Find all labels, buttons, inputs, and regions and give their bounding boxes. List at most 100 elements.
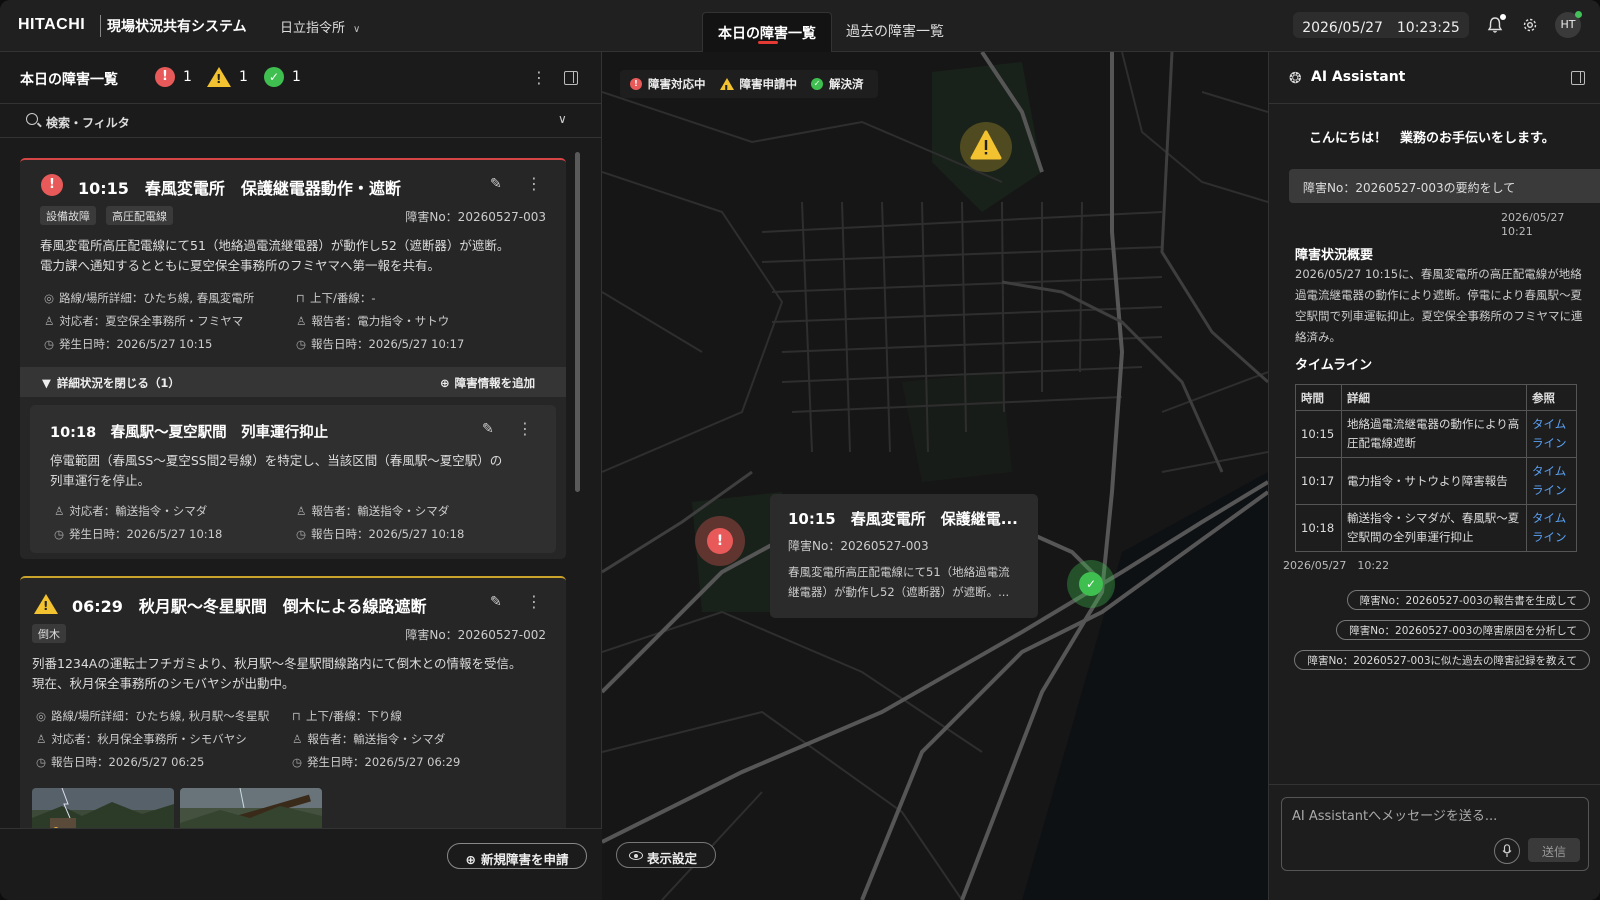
reporter-detail: ♙ 報告者：電力指令・サトウ [296,313,449,329]
more-options-icon[interactable]: ⋮ [531,68,547,87]
sub-handler-value: 対応者：輸送指令・シマダ [69,504,208,518]
resolved-incident-marker[interactable]: ✓ [1067,560,1115,608]
gear-icon[interactable] [1518,13,1542,37]
location-value: 路線/場所詳細：ひたち線, 春風変電所 [59,291,255,305]
edit-icon[interactable]: ✎ [490,594,502,610]
office-selector[interactable]: 日立指令所 ∨ [280,17,360,36]
incident-card-002[interactable]: 06:29 秋月駅〜冬星駅間 倒木による線路遮断 ✎ ⋮ 倒木 障害No：202… [20,576,566,828]
person-icon: ♙ [44,314,55,328]
incident-list: ! 10:15 春風変電所 保護継電器動作・遮断 ✎ ⋮ 設備故障 高圧配電線 … [0,138,602,828]
filter-label: 検索・フィルタ [46,116,130,130]
timeline-row: 10:17 電力指令・サトウより障害報告 タイムライン [1295,457,1577,505]
reported-detail: ◷ 報告日時：2026/5/27 06:25 [36,754,204,770]
reported-value: 報告日時：2026/5/27 10:17 [311,337,465,351]
tab-today-incidents[interactable]: 本日の障害一覧 [702,12,832,52]
app-window: HITACHI 現場状況共有システム 日立指令所 ∨ 本日の障害一覧 過去の障害一… [0,0,1600,900]
resolved-count: ✓ 1 [264,67,301,87]
avatar-initials: HT [1560,18,1576,31]
current-datetime: 2026/05/27 10:23:25 [1293,12,1469,38]
clock-icon: ◷ [296,337,307,351]
ai-reply-timestamp: 2026/05/27 10:22 [1283,559,1390,572]
timeline-detail: 電力指令・サトウより障害報告 [1341,457,1527,505]
list-scrollbar[interactable] [575,152,580,492]
display-settings-button[interactable]: 表示設定 [616,842,716,868]
more-options-icon[interactable]: ⋮ [526,174,542,193]
sub-occurred-value: 発生日時：2026/5/27 10:18 [69,527,223,541]
suggestion-analyze-cause[interactable]: 障害No：20260527-003の障害原因を分析して [1336,620,1590,640]
warning-count-value: 1 [239,69,248,85]
more-options-icon[interactable]: ⋮ [517,419,533,438]
incident-description-line2: 電力課へ通知するとともに夏空保全事務所のフミヤマへ第一報を共有。 [40,258,441,273]
warning-icon [207,67,231,87]
bell-icon[interactable] [1483,13,1507,37]
sub-description-line2: 列車運行を停止。 [50,473,151,488]
tab-today-label: 本日の障害一覧 [718,26,816,42]
pending-incident-marker[interactable] [960,122,1012,172]
more-options-icon[interactable]: ⋮ [526,592,542,611]
incident-card-003[interactable]: ! 10:15 春風変電所 保護継電器動作・遮断 ✎ ⋮ 設備故障 高圧配電線 … [20,158,566,559]
ai-message-input[interactable] [1292,806,1572,826]
warning-count: 1 [207,67,248,87]
clock-icon: ◷ [292,755,303,769]
check-icon: ✓ [1079,572,1103,596]
edit-icon[interactable]: ✎ [482,421,494,437]
legend-pending-label: 障害申請中 [739,77,798,91]
add-incident-info-button[interactable]: ⊕ 障害情報を追加 [440,375,535,391]
direction-detail: ⊓ 上下/番線：下り線 [292,708,402,724]
active-incident-marker[interactable]: ! [695,516,745,566]
eye-icon [629,851,643,860]
clock-icon: ◷ [54,527,65,541]
direction-detail: ⊓ 上下/番線：- [296,290,376,306]
send-button[interactable]: 送信 [1528,838,1580,862]
timeline-ref-link[interactable]: タイムライン [1526,457,1577,505]
panel-toggle-icon[interactable] [564,71,578,85]
hitachi-logo: HITACHI [18,16,86,33]
direction-value: 上下/番線：- [309,291,376,305]
col-detail: 詳細 [1341,384,1527,411]
ai-assistant-header: ❂ AI Assistant [1269,52,1600,104]
legend-resolved-label: 解決済 [829,77,864,91]
incident-photo-1[interactable] [32,788,174,828]
error-count: ! 1 [155,67,192,87]
tab-past-incidents[interactable]: 過去の障害一覧 [846,21,944,41]
popup-desc-line2: 継電器）が動作し52（遮断器）が遮断。... [788,585,1010,599]
new-incident-button[interactable]: ⊕ 新規障害を申請 [447,843,587,869]
occurred-value: 発生日時：2026/5/27 10:15 [59,337,213,351]
error-icon: ! [155,67,175,87]
sub-incident-card[interactable]: 10:18 春風駅〜夏空駅間 列車運行抑止 ✎ ⋮ 停電範囲（春風SS〜夏空SS… [30,405,556,553]
microphone-icon[interactable] [1494,838,1520,864]
suggestion-similar-records[interactable]: 障害No：20260527-003に似た過去の障害記録を教えて [1294,650,1590,670]
sub-reported-value: 報告日時：2026/5/27 10:18 [311,527,465,541]
map-roads [602,52,1268,900]
panel-toggle-icon[interactable] [1571,71,1585,85]
timeline-ref-link[interactable]: タイムライン [1526,504,1577,552]
incident-map-popup[interactable]: 10:15 春風変電所 保護継電... 障害No：20260527-003 春風… [770,494,1038,618]
location-pin-icon: ◎ [36,709,47,723]
occurred-detail: ◷ 発生日時：2026/5/27 10:15 [44,336,212,352]
tag-high-voltage-line: 高圧配電線 [106,206,173,225]
timeline-row: 10:15 地絡過電流継電器の動作により高圧配電線遮断 タイムライン [1295,410,1577,458]
new-incident-label: 新規障害を申請 [480,852,569,867]
timeline-ref-link[interactable]: タイムライン [1526,410,1577,458]
error-icon: ! [707,528,733,554]
timeline-time: 10:15 [1295,410,1342,458]
clock-icon: ◷ [44,337,55,351]
incident-description-line1: 列番1234Aの運転士フチガミより、秋月駅〜冬星駅間線路内にて倒木との情報を受信… [32,656,522,671]
incident-photo-2[interactable] [180,788,322,828]
suggestion-generate-report[interactable]: 障害No：20260527-003の報告書を生成して [1346,590,1590,610]
search-filter-bar[interactable]: 検索・フィルタ ∨ [0,104,602,138]
triangle-down-icon: ▼ [42,376,51,390]
top-header: HITACHI 現場状況共有システム 日立指令所 ∨ 本日の障害一覧 過去の障害一… [0,0,1600,52]
occurred-detail: ◷ 発生日時：2026/5/27 06:29 [292,754,460,770]
incident-map[interactable]: ! 障害対応中 障害申請中 ✓ 解決済 ! ✓ 10:15 春風変電所 保護継電..… [602,52,1268,900]
chevron-down-icon: ∨ [558,112,567,126]
detail-collapse-toggle[interactable]: ▼ 詳細状況を閉じる（1） [42,375,180,391]
user-avatar[interactable]: HT [1555,11,1582,38]
timeline-row: 10:18 輸送指令・シマダが、春風駅〜夏空駅間の全列車運行抑止 タイムライン [1295,504,1577,552]
popup-incident-number: 障害No：20260527-003 [788,539,929,553]
legend-pending: 障害申請中 [719,76,798,97]
detail-toggle-label: 詳細状況を閉じる（1） [56,376,180,390]
edit-icon[interactable]: ✎ [490,176,502,192]
add-info-label: 障害情報を追加 [454,376,536,390]
incident-number: 障害No：20260527-003 [405,210,546,224]
